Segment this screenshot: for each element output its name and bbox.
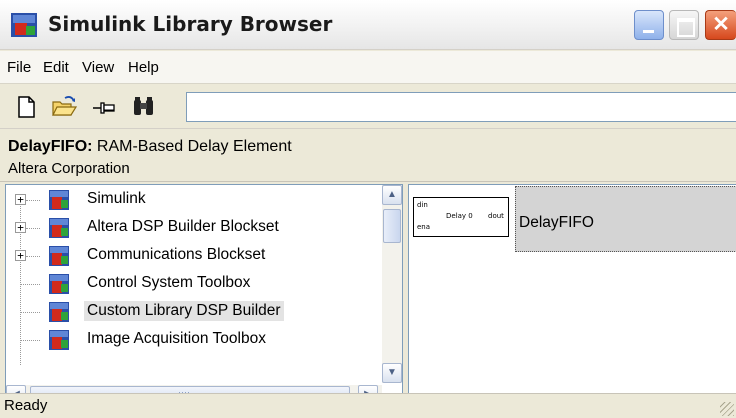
- tree-item-label: Altera DSP Builder Blockset: [87, 218, 279, 235]
- menu-bar: File Edit View Help: [0, 51, 736, 84]
- tree-item-communications-blockset[interactable]: + Communications Blockset: [6, 243, 378, 269]
- tree-item-label: Image Acquisition Toolbox: [87, 330, 266, 347]
- vertical-scroll-thumb[interactable]: [383, 209, 401, 243]
- pin-icon[interactable]: [90, 93, 118, 121]
- port-ena: ena: [417, 223, 431, 231]
- tree-item-custom-library-dsp-builder[interactable]: Custom Library DSP Builder: [6, 299, 378, 325]
- tree-connector: [26, 256, 40, 257]
- library-tree-pane: + Simulink + Altera DSP Builder Blockset…: [5, 184, 403, 406]
- title-bar[interactable]: Simulink Library Browser ✕: [0, 0, 736, 50]
- expand-plus-icon[interactable]: +: [15, 250, 26, 261]
- search-input[interactable]: [186, 92, 736, 122]
- menu-edit[interactable]: Edit: [43, 59, 69, 76]
- resize-grip-icon[interactable]: [720, 402, 734, 416]
- tree-item-altera-dsp-builder-blockset[interactable]: + Altera DSP Builder Blockset: [6, 215, 378, 241]
- minimize-button[interactable]: [634, 10, 664, 40]
- find-binoculars-icon[interactable]: [130, 93, 158, 121]
- tree-connector: [20, 284, 40, 285]
- menu-help[interactable]: Help: [128, 59, 159, 76]
- port-dout: dout: [488, 212, 504, 220]
- close-icon: ✕: [712, 13, 730, 36]
- block-list-pane: din ena Delay 0 dout DelayFIFO: [408, 184, 736, 406]
- menu-view[interactable]: View: [82, 59, 114, 76]
- maximize-button[interactable]: [669, 10, 699, 40]
- block-description-name: DelayFIFO:: [8, 138, 93, 155]
- tree-connector: [20, 312, 40, 313]
- block-vendor: Altera Corporation: [8, 160, 130, 177]
- library-icon: [49, 274, 69, 294]
- delayfifo-block-icon[interactable]: din ena Delay 0 dout: [413, 197, 509, 237]
- block-name-label[interactable]: DelayFIFO: [519, 214, 594, 232]
- block-description: DelayFIFO: RAM-Based Delay Element: [8, 138, 292, 156]
- tree-connector: [26, 228, 40, 229]
- window-title: Simulink Library Browser: [48, 12, 333, 36]
- expand-plus-icon[interactable]: +: [15, 194, 26, 205]
- tree-item-label: Simulink: [87, 190, 146, 207]
- expand-plus-icon[interactable]: +: [15, 222, 26, 233]
- tree-item-image-acquisition-toolbox[interactable]: Image Acquisition Toolbox: [6, 327, 378, 353]
- block-description-text: RAM-Based Delay Element: [96, 138, 292, 155]
- toolbar: [0, 85, 736, 129]
- tree-item-label: Communications Blockset: [87, 246, 266, 263]
- close-button[interactable]: ✕: [705, 10, 736, 40]
- tree-item-simulink[interactable]: + Simulink: [6, 187, 378, 213]
- tree-item-label: Control System Toolbox: [87, 274, 251, 291]
- simulink-app-icon: [11, 13, 37, 37]
- scroll-up-icon[interactable]: ▲: [382, 185, 402, 205]
- simulink-library-browser-window: Simulink Library Browser ✕ File Edit Vie…: [0, 0, 736, 418]
- port-din: din: [417, 201, 428, 209]
- library-icon: [49, 330, 69, 350]
- library-icon: [49, 218, 69, 238]
- library-icon: [49, 302, 69, 322]
- block-center-label: Delay 0: [446, 212, 473, 220]
- library-icon: [49, 246, 69, 266]
- status-bar: Ready: [0, 393, 736, 418]
- status-text: Ready: [4, 397, 48, 414]
- tree-connector: [20, 340, 40, 341]
- new-document-icon[interactable]: [12, 93, 40, 121]
- tree-vertical-scrollbar[interactable]: ▲ ▼: [382, 185, 402, 383]
- open-folder-icon[interactable]: [50, 93, 78, 121]
- scroll-down-icon[interactable]: ▼: [382, 363, 402, 383]
- tree-connector: [26, 200, 40, 201]
- tree-item-label-selected: Custom Library DSP Builder: [84, 301, 284, 321]
- block-description-area: DelayFIFO: RAM-Based Delay Element Alter…: [0, 130, 736, 182]
- library-icon: [49, 190, 69, 210]
- tree-item-control-system-toolbox[interactable]: Control System Toolbox: [6, 271, 378, 297]
- menu-file[interactable]: File: [7, 59, 31, 76]
